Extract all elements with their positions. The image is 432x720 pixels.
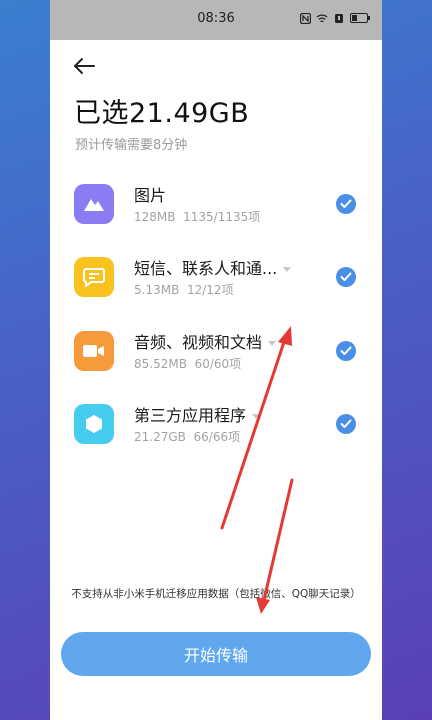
item-name: 图片 bbox=[134, 186, 167, 205]
item-meta: 128MB 1135/1135项 bbox=[134, 210, 261, 224]
image-icon bbox=[74, 184, 114, 224]
nfc-icon bbox=[299, 12, 311, 24]
chevron-down-icon[interactable] bbox=[252, 414, 261, 419]
list-item-media[interactable]: 音频、视频和文档 85.52MB 60/60项 bbox=[50, 331, 382, 391]
checkbox-checked-icon[interactable] bbox=[336, 341, 356, 361]
chevron-down-icon[interactable] bbox=[268, 341, 277, 346]
migration-note: 不支持从非小米手机迁移应用数据（包括微信、QQ聊天记录） bbox=[71, 588, 361, 600]
start-transfer-button[interactable]: 开始传输 bbox=[61, 632, 371, 676]
item-name: 短信、联系人和通... bbox=[134, 255, 292, 279]
item-meta: 85.52MB 60/60项 bbox=[134, 357, 242, 371]
message-icon bbox=[74, 257, 114, 297]
back-arrow-icon[interactable] bbox=[72, 56, 96, 76]
item-name: 第三方应用程序 bbox=[134, 402, 261, 426]
item-name: 音频、视频和文档 bbox=[134, 329, 277, 353]
battery-icon bbox=[350, 13, 370, 23]
checkbox-checked-icon[interactable] bbox=[336, 194, 356, 214]
checkbox-checked-icon[interactable] bbox=[336, 267, 356, 287]
checkbox-checked-icon[interactable] bbox=[336, 414, 356, 434]
chevron-down-icon[interactable] bbox=[283, 267, 292, 272]
item-meta: 21.27GB 66/66项 bbox=[134, 430, 241, 444]
list-item-photos[interactable]: 图片 128MB 1135/1135项 bbox=[50, 184, 382, 244]
status-bar: 08:36 bbox=[50, 0, 382, 40]
signal-icon bbox=[333, 12, 345, 24]
list-item-apps[interactable]: 第三方应用程序 21.27GB 66/66项 bbox=[50, 404, 382, 464]
transfer-screen: 08:36 已选21.49GB 预计传输需要8分钟 图片 128MB 1135/… bbox=[50, 0, 382, 720]
wifi-icon bbox=[316, 12, 328, 24]
estimated-time: 预计传输需要8分钟 bbox=[75, 138, 188, 153]
page-title: 已选21.49GB bbox=[74, 98, 250, 129]
list-item-messages[interactable]: 短信、联系人和通... 5.13MB 12/12项 bbox=[50, 257, 382, 317]
item-meta: 5.13MB 12/12项 bbox=[134, 283, 234, 297]
video-icon bbox=[74, 331, 114, 371]
app-icon bbox=[74, 404, 114, 444]
status-icons bbox=[299, 12, 370, 24]
